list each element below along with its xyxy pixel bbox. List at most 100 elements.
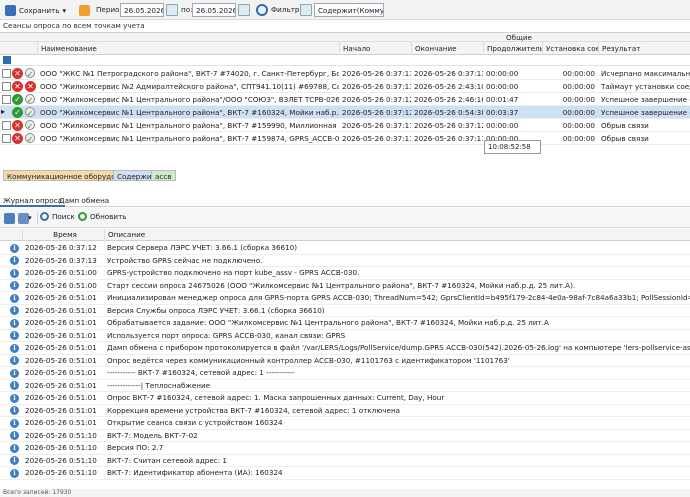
log-time: 2026-05-26 0:37:13 [25, 255, 97, 265]
row-checkbox[interactable] [2, 95, 11, 104]
row-checkbox[interactable] [2, 121, 11, 130]
refresh-icon[interactable] [256, 4, 268, 16]
row-start: 2026-05-26 0:37:13 [342, 69, 411, 78]
row-connect: 00:00:00 [562, 121, 595, 130]
log-time: 2026-05-26 0:51:01 [25, 293, 97, 302]
row-name: ООО "Жилкомсервис №1 Центрального района… [40, 108, 339, 117]
info-icon: i [10, 456, 19, 465]
row-duration: 00:00:00 [486, 121, 519, 130]
row-end: 2026-05-26 0:54:38 [414, 108, 483, 117]
col-start-header[interactable]: Начало [339, 42, 411, 55]
col-time-header[interactable]: Время [22, 229, 104, 241]
duration-tooltip: 10:08:52:58 [484, 140, 541, 154]
log-description: Опрос ведётся через коммуникационный кон… [107, 355, 510, 365]
sessions-title: Сеансы опроса по всем точкам учета [3, 21, 145, 30]
date-from-field[interactable]: 26.05.2026 [120, 3, 164, 17]
calendar-from-icon[interactable] [166, 4, 178, 16]
chevron-down-icon: ▾ [62, 5, 67, 15]
log-row[interactable]: i 2026-05-26 0:51:01 Используется порт опр… [0, 330, 690, 342]
table-row-selected[interactable]: ▸ ✓ ✓ ООО "Жилкомсервис №1 Центрального … [0, 106, 690, 119]
date-to-field[interactable]: 26.05.2026 [192, 3, 236, 17]
row-name: ООО "Жилкомсервис №2 Адмиралтейского рай… [40, 82, 339, 91]
export-icon[interactable] [4, 213, 15, 224]
info-icon: i [10, 418, 19, 428]
log-row[interactable]: i 2026-05-26 0:51:10 ВКТ-7: Считан сетевой… [0, 455, 690, 467]
calendar-to-icon[interactable] [238, 4, 250, 16]
success-badge-icon: ✓ [25, 120, 35, 131]
row-result: Успешное завершение сеанса [601, 95, 690, 104]
col-description-header[interactable]: Описание [104, 229, 690, 241]
filter-tag-value[interactable]: ассв [151, 170, 176, 181]
tab-exchange-dump[interactable]: Дамп обмена [56, 195, 112, 207]
row-checkbox[interactable] [2, 82, 11, 91]
row-end: 2026-05-26 2:43:10 [414, 82, 483, 91]
log-time: 2026-05-26 0:51:01 [25, 368, 97, 377]
col-name-header[interactable]: Наименование [37, 42, 339, 55]
clear-filter-button[interactable] [76, 3, 93, 17]
log-row[interactable]: i 2026-05-26 0:51:01 Инициализирован менед… [0, 292, 690, 305]
chevron-down-icon[interactable]: ▾ [28, 213, 32, 222]
table-row[interactable]: ✕ ✓ ООО "Жилкомсервис №1 Центрального ра… [0, 132, 690, 145]
log-time: 2026-05-26 0:51:01 [25, 318, 97, 327]
log-row[interactable]: i 2026-05-26 0:51:01 ----------- ВКТ-7 #16… [0, 367, 690, 380]
log-row[interactable]: i 2026-05-26 0:37:13 Устройство GPRS сейча… [0, 255, 690, 267]
log-description: Опрос ВКТ-7 #160324, сетевой адрес: 1. М… [107, 393, 445, 402]
log-time: 2026-05-26 0:51:10 [25, 455, 97, 465]
log-row[interactable]: i 2026-05-26 0:51:01 Версия Службы опроса … [0, 305, 690, 317]
log-row[interactable]: i 2026-05-26 0:51:01 Опрос ведётся через к… [0, 355, 690, 367]
log-row[interactable]: i 2026-05-26 0:51:01 Обрабатывается задани… [0, 317, 690, 330]
col-result-header[interactable]: Результат [598, 42, 690, 55]
success-badge-icon: ✓ [25, 68, 35, 79]
log-description: Устройство GPRS сейчас не подключено. [107, 255, 263, 265]
row-result: Обрыв связи [601, 121, 649, 130]
refresh-button[interactable]: Обновить [78, 212, 127, 221]
log-time: 2026-05-26 0:51:01 [25, 418, 97, 427]
log-row[interactable]: i 2026-05-26 0:51:10 Версия ПО: 2.7 [0, 442, 690, 455]
filter-field[interactable]: Содержит(Коммун... [314, 3, 384, 17]
row-start: 2026-05-26 0:37:11 [342, 134, 411, 143]
col-connect-header[interactable]: Установка сое... [542, 42, 598, 55]
search-button[interactable]: Поиск [40, 212, 75, 221]
log-row[interactable]: i 2026-05-26 0:51:10 ВКТ-7: Идентификатор … [0, 467, 690, 480]
log-row[interactable]: i 2026-05-26 0:51:01 Дамп обмена с приборо… [0, 342, 690, 355]
ok-status-icon: ✓ [12, 107, 23, 118]
row-connect: 00:00:00 [562, 134, 595, 143]
row-checkbox[interactable] [2, 134, 11, 143]
col-duration-header[interactable]: Продолжительн... [483, 42, 542, 55]
refresh-label: Обновить [90, 212, 127, 221]
log-description: Дамп обмена с прибором протоколируется в… [107, 343, 690, 352]
filter-icon[interactable] [300, 4, 312, 16]
col-end-header[interactable]: Окончание [411, 42, 483, 55]
funnel-icon[interactable] [3, 56, 11, 64]
success-badge-icon: ✓ [25, 94, 35, 105]
row-start: 2026-05-26 0:37:11 [342, 121, 411, 130]
grid-filter-row [0, 55, 690, 66]
info-icon: i [10, 268, 19, 278]
log-row[interactable]: i 2026-05-26 0:51:01 Открытие сеанса связи… [0, 417, 690, 430]
log-row[interactable]: i 2026-05-26 0:51:01 -------------| Теплос… [0, 380, 690, 392]
log-row[interactable]: i 2026-05-26 0:51:00 Старт сессии опроса 2… [0, 280, 690, 292]
log-header-row: Время Описание [0, 229, 690, 241]
row-end: 2026-05-26 0:37:12 [414, 121, 483, 130]
log-row[interactable]: i 2026-05-26 0:37:12 Версия Сервера ЛЭРС У… [0, 242, 690, 255]
log-description: ВКТ-7: Идентификатор абонента (ИА): 1603… [107, 468, 283, 477]
table-row[interactable]: ✕ ✓ ООО "Жилкомсервис №1 Центрального ра… [0, 119, 690, 132]
to-label: по: [181, 5, 193, 14]
row-result: Успешное завершение сеанса [601, 108, 690, 117]
log-row[interactable]: i 2026-05-26 0:51:10 ВКТ-7: Модель ВКТ-7-0… [0, 430, 690, 442]
log-row[interactable]: i 2026-05-26 0:51:01 Опрос ВКТ-7 #160324, … [0, 392, 690, 405]
save-button[interactable]: Сохранить ▾ [2, 3, 69, 17]
row-start: 2026-05-26 0:37:12 [342, 95, 411, 104]
log-description: Версия Службы опроса ЛЭРС УЧЕТ: 3.66.1 (… [107, 305, 325, 315]
search-label: Поиск [52, 212, 75, 221]
row-name: ООО "Жилкомсервис №1 Центрального района… [40, 121, 339, 130]
log-row[interactable]: i 2026-05-26 0:51:00 GPRS-устройство подкл… [0, 267, 690, 280]
log-time: 2026-05-26 0:51:01 [25, 305, 97, 315]
row-checkbox[interactable] [2, 69, 11, 78]
info-icon: i [10, 443, 19, 453]
log-row[interactable]: i 2026-05-26 0:51:01 Коррекция времени уст… [0, 405, 690, 417]
info-icon: i [10, 368, 19, 378]
table-row[interactable]: ✕ ✓ ООО "ЖКС №1 Петроградского района", … [0, 67, 690, 80]
table-row[interactable]: ✓ ✓ ООО "Жилкомсервис №1 Центрального ра… [0, 93, 690, 106]
table-row[interactable]: ✕ ✕ ООО "Жилкомсервис №2 Адмиралтейского… [0, 80, 690, 93]
